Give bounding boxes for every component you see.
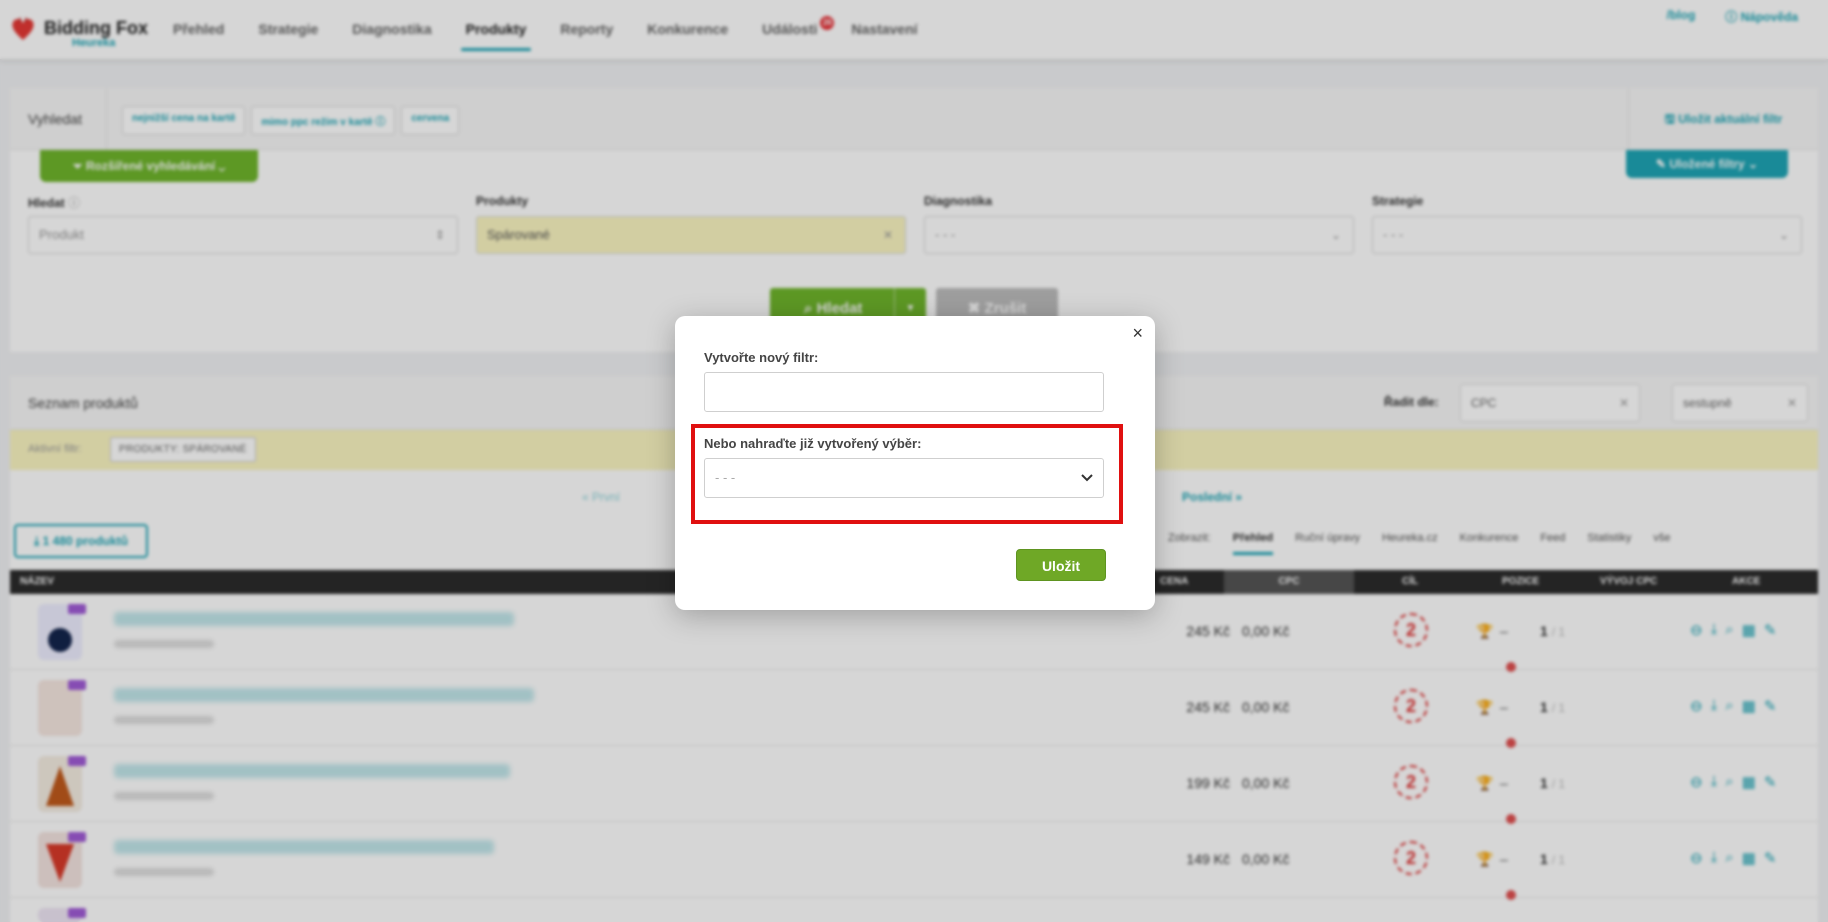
- save-filter-modal: × Vytvořte nový filtr: Nebo nahraďte již…: [675, 316, 1155, 610]
- new-filter-name-input[interactable]: [704, 372, 1104, 412]
- replace-filter-select[interactable]: - - -: [704, 458, 1104, 498]
- close-icon[interactable]: ×: [1132, 324, 1143, 342]
- save-filter-button[interactable]: Uložit: [1016, 549, 1106, 581]
- replace-filter-label: Nebo nahraďte již vytvořený výběr:: [704, 436, 922, 451]
- chevron-down-icon: [1081, 474, 1093, 482]
- new-filter-label: Vytvořte nový filtr:: [704, 350, 819, 365]
- replace-filter-select-value: - - -: [715, 470, 736, 485]
